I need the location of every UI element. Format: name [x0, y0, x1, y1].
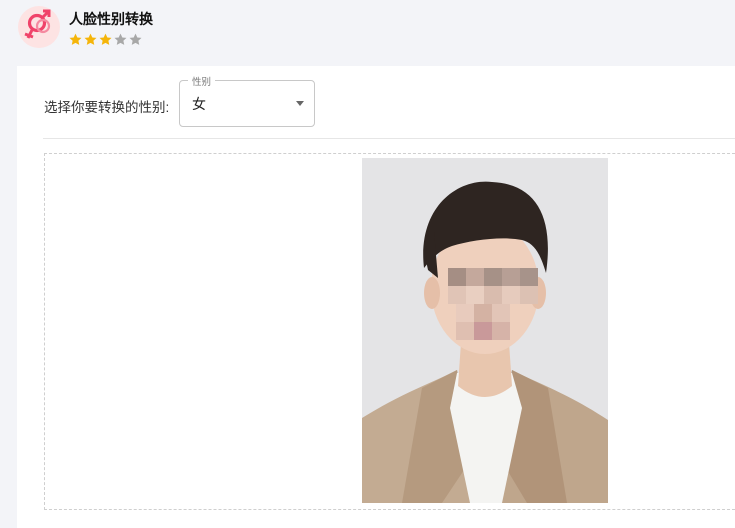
uploaded-portrait-photo: [362, 158, 608, 503]
rating-stars: [68, 32, 143, 48]
gender-label: 选择你要转换的性别:: [44, 100, 170, 115]
image-upload-area[interactable]: [44, 153, 735, 510]
star-empty-icon: [129, 33, 142, 45]
star-filled-icon: [99, 33, 112, 45]
gender-select-legend: 性别: [188, 74, 216, 88]
gender-select-value: 女: [192, 96, 206, 112]
star-filled-icon: [69, 33, 82, 45]
app-title: 人脸性别转换: [69, 11, 153, 27]
star-filled-icon: [84, 33, 97, 45]
main-card: 选择你要转换的性别: 性别 女: [17, 66, 735, 528]
chevron-down-icon: [296, 101, 304, 106]
star-empty-icon: [114, 33, 127, 45]
gender-swap-icon: [18, 6, 60, 48]
app-header: 人脸性别转换: [0, 0, 735, 66]
divider: [43, 138, 735, 139]
gender-select[interactable]: 性别 女: [179, 74, 315, 127]
